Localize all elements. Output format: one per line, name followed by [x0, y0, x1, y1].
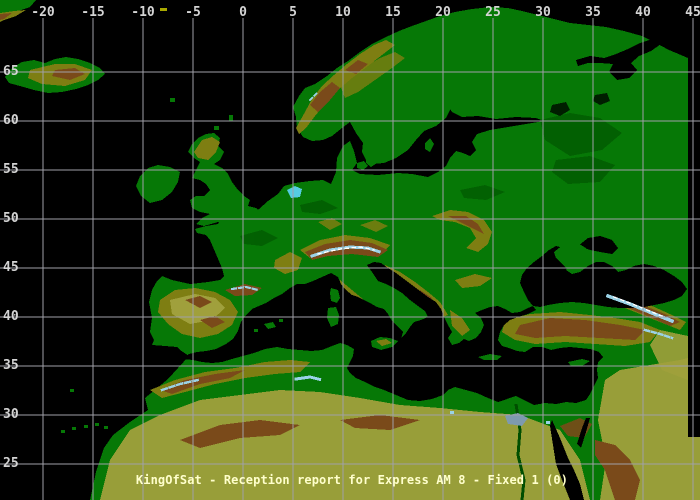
longitude-tick-label: 0 — [239, 5, 247, 20]
reception-map-screen: -20 -15 -10 -5 0 5 10 15 20 25 30 35 40 45 65 60 55 50 45 4… — [0, 0, 700, 500]
map-edge-stripe — [688, 25, 700, 437]
longitude-tick-label: 35 — [585, 5, 601, 20]
longitude-tick-label: -15 — [81, 5, 104, 20]
longitude-tick-label: 10 — [335, 5, 351, 20]
longitude-tick-label: 40 — [635, 5, 651, 20]
land-faroes — [170, 98, 175, 102]
longitude-tick-label: -5 — [185, 5, 201, 20]
longitude-tick-label: -20 — [31, 5, 55, 20]
latitude-tick-label: 55 — [3, 162, 19, 177]
latitude-tick-label: 35 — [3, 358, 19, 373]
land-orkney — [214, 126, 219, 130]
longitude-tick-label: -10 — [131, 5, 155, 20]
longitude-tick-label: 30 — [535, 5, 551, 20]
latitude-tick-label: 65 — [3, 64, 19, 79]
latitude-tick-label: 45 — [3, 260, 19, 275]
latitude-tick-label: 50 — [3, 211, 19, 226]
latitude-tick-label: 60 — [3, 113, 19, 128]
longitude-tick-label: 20 — [435, 5, 451, 20]
latitude-tick-label: 40 — [3, 309, 19, 324]
longitude-tick-label: 15 — [385, 5, 401, 20]
latitude-tick-label: 30 — [3, 407, 19, 422]
longitude-tick-label: 5 — [289, 5, 297, 20]
latitude-tick-label: 25 — [3, 456, 19, 471]
desert-lake-dot-1 — [450, 411, 454, 414]
longitude-tick-label: 25 — [485, 5, 501, 20]
map-title: KingOfSat - Reception report for Express… — [136, 473, 568, 487]
coverage-map: -20 -15 -10 -5 0 5 10 15 20 25 30 35 40 45 65 60 55 50 45 4… — [0, 0, 700, 500]
satellite-marker-dash — [160, 8, 167, 11]
desert-lake-dot-2 — [546, 421, 550, 424]
longitude-tick-label: 45 — [685, 5, 700, 20]
land-shetland — [229, 115, 233, 121]
